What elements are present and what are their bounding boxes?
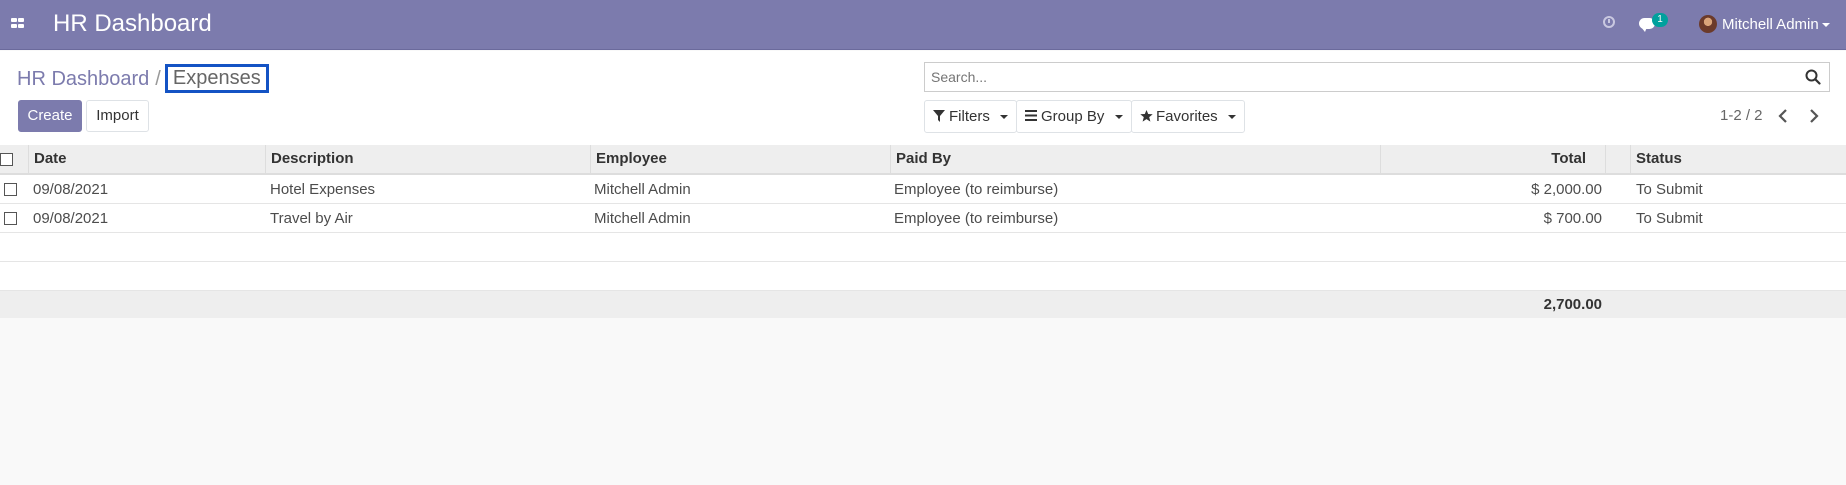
total-cell: $ 700.00: [1543, 210, 1602, 227]
chevron-down-icon: [1000, 115, 1008, 119]
column-header-description[interactable]: Description: [266, 145, 591, 173]
empty-row: [0, 233, 1846, 262]
table-row[interactable]: 09/08/2021 Travel by Air Mitchell Admin …: [0, 204, 1846, 233]
empty-row: [0, 262, 1846, 291]
search-icon[interactable]: [1805, 69, 1821, 85]
description-cell: Travel by Air: [270, 210, 353, 227]
top-navbar: HR Dashboard 1 Mitchell Admin: [0, 0, 1846, 50]
pager-value[interactable]: 1-2 / 2: [1720, 107, 1763, 124]
chevron-down-icon: [1228, 115, 1236, 119]
group-by-button[interactable]: Group By: [1016, 100, 1132, 133]
table-row[interactable]: 09/08/2021 Hotel Expenses Mitchell Admin…: [0, 175, 1846, 204]
footer-total: 2,700.00: [1543, 296, 1602, 313]
favorites-button[interactable]: Favorites: [1131, 100, 1245, 133]
clock-icon[interactable]: [1603, 16, 1615, 28]
column-header-employee[interactable]: Employee: [591, 145, 891, 173]
expenses-table: Date Description Employee Paid By Total …: [0, 145, 1846, 318]
messages-count-badge: 1: [1652, 13, 1668, 27]
control-panel: HR Dashboard /Expenses Create Import Filt…: [0, 51, 1846, 146]
row-checkbox[interactable]: [4, 183, 17, 196]
row-checkbox[interactable]: [4, 212, 17, 225]
chevron-right-icon[interactable]: [1808, 107, 1820, 125]
column-header-date[interactable]: Date: [29, 145, 266, 173]
breadcrumb-current: Expenses: [164, 64, 269, 93]
paid-by-cell: Employee (to reimburse): [894, 181, 1059, 198]
user-menu[interactable]: Mitchell Admin: [1722, 16, 1819, 33]
table-header: Date Description Employee Paid By Total …: [0, 145, 1846, 175]
breadcrumb-parent[interactable]: HR Dashboard: [17, 68, 149, 90]
status-cell: To Submit: [1636, 210, 1703, 227]
filters-label: Filters: [949, 108, 990, 125]
column-header-total[interactable]: Total: [1381, 145, 1606, 173]
column-spacer: [1606, 145, 1631, 173]
filters-button[interactable]: Filters: [924, 100, 1017, 133]
select-all-cell: [0, 145, 29, 173]
description-cell: Hotel Expenses: [270, 181, 376, 198]
app-title[interactable]: HR Dashboard: [53, 10, 212, 38]
filter-icon: [933, 110, 945, 122]
date-cell: 09/08/2021: [33, 210, 109, 227]
employee-cell: Mitchell Admin: [594, 181, 691, 198]
chevron-down-icon: [1115, 115, 1123, 119]
chevron-left-icon[interactable]: [1777, 107, 1789, 125]
breadcrumb: HR Dashboard / Expenses: [17, 64, 269, 94]
date-cell: 09/08/2021: [33, 181, 109, 198]
search-input[interactable]: [925, 63, 1797, 91]
total-cell: $ 2,000.00: [1531, 181, 1602, 198]
favorites-label: Favorites: [1156, 108, 1218, 125]
import-button[interactable]: Import: [86, 100, 149, 132]
select-all-checkbox[interactable]: [0, 153, 13, 166]
star-icon: [1140, 110, 1153, 122]
search-box: [924, 62, 1830, 92]
employee-cell: Mitchell Admin: [594, 210, 691, 227]
column-header-status[interactable]: Status: [1631, 145, 1846, 173]
avatar[interactable]: [1699, 15, 1717, 33]
breadcrumb-separator: /: [155, 68, 161, 90]
table-footer: 2,700.00: [0, 291, 1846, 318]
status-cell: To Submit: [1636, 181, 1703, 198]
list-icon: [1025, 110, 1037, 121]
create-button[interactable]: Create: [18, 100, 82, 132]
column-header-paid-by[interactable]: Paid By: [891, 145, 1381, 173]
grid-icon[interactable]: [11, 18, 25, 29]
group-by-label: Group By: [1041, 108, 1105, 125]
chevron-down-icon[interactable]: [1822, 23, 1830, 27]
paid-by-cell: Employee (to reimburse): [894, 210, 1059, 227]
